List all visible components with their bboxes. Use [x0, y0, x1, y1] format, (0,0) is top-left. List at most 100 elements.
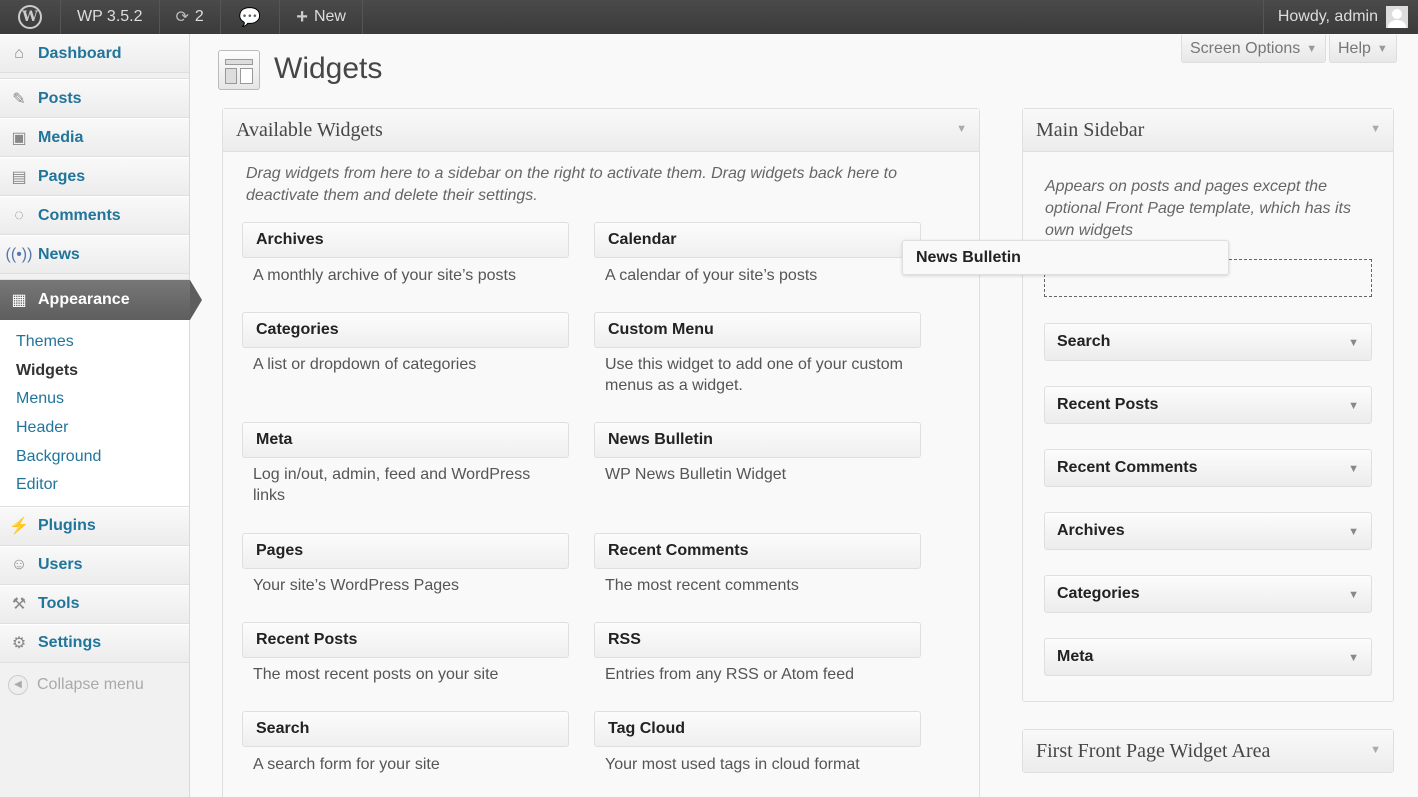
- updates-icon: ⟳: [175, 9, 189, 26]
- submenu-header[interactable]: Header: [0, 414, 189, 443]
- sidebar-widget-title: Recent Posts: [1057, 396, 1159, 413]
- widget-pages[interactable]: Pages: [242, 533, 569, 569]
- comments-link[interactable]: 💬: [221, 0, 281, 34]
- help-button[interactable]: Help ▼: [1329, 35, 1397, 63]
- menu-users[interactable]: ☺ Users: [0, 545, 189, 585]
- screen-options-button[interactable]: Screen Options ▼: [1181, 35, 1327, 63]
- screen-options-label: Screen Options: [1190, 39, 1301, 57]
- chevron-down-icon[interactable]: ▼: [1348, 589, 1359, 601]
- howdy-text: Howdy, admin: [1277, 8, 1378, 25]
- my-account-menu[interactable]: Howdy, admin: [1262, 0, 1418, 34]
- submenu-menus[interactable]: Menus: [0, 385, 189, 414]
- widget-description: A monthly archive of your site’s posts: [253, 267, 516, 284]
- chevron-down-icon[interactable]: ▼: [1348, 526, 1359, 538]
- sidebar-widget-search[interactable]: Search ▼: [1044, 323, 1372, 361]
- submenu-editor[interactable]: Editor: [0, 471, 189, 500]
- front-page-widget-area-panel: First Front Page Widget Area ▼: [1022, 729, 1394, 773]
- menu-news-label: News: [38, 245, 80, 263]
- widget-description: Your most used tags in cloud format: [605, 756, 860, 773]
- menu-media[interactable]: ▣ Media: [0, 118, 189, 157]
- menu-plugins-label: Plugins: [38, 517, 96, 535]
- chevron-down-icon[interactable]: ▼: [1348, 337, 1359, 349]
- plus-icon: +: [296, 5, 308, 28]
- widget-archives[interactable]: Archives: [242, 222, 569, 258]
- wordpress-logo-menu[interactable]: W: [0, 0, 61, 34]
- menu-media-label: Media: [38, 128, 84, 146]
- page-title: Widgets: [274, 52, 383, 85]
- widget-description: A list or dropdown of categories: [253, 356, 477, 373]
- menu-comments[interactable]: ◌ Comments: [0, 196, 189, 235]
- widget-search[interactable]: Search: [242, 711, 569, 747]
- submenu-background[interactable]: Background: [0, 442, 189, 471]
- sidebar-widget-title: Categories: [1057, 585, 1140, 602]
- plugins-icon: ⚡: [9, 518, 29, 536]
- menu-settings[interactable]: ⚙ Settings: [0, 623, 189, 663]
- sidebar-widget-archives[interactable]: Archives ▼: [1044, 512, 1372, 550]
- tools-icon: ⚒: [11, 596, 27, 614]
- widget-description: The most recent posts on your site: [253, 666, 499, 683]
- widget-meta[interactable]: Meta: [242, 422, 569, 458]
- available-widgets-panel: Available Widgets ▼ Drag widgets from he…: [222, 108, 980, 797]
- front-page-widget-area-header[interactable]: First Front Page Widget Area ▼: [1023, 730, 1393, 772]
- menu-plugins[interactable]: ⚡ Plugins: [0, 506, 189, 546]
- chevron-down-icon[interactable]: ▼: [1348, 652, 1359, 664]
- sidebar-widget-recent-posts[interactable]: Recent Posts ▼: [1044, 386, 1372, 424]
- updates-link[interactable]: ⟳ 2: [160, 0, 221, 34]
- comment-bubble-icon: 💬: [238, 6, 262, 27]
- widget-description: Use this widget to add one of your custo…: [605, 356, 903, 394]
- menu-news[interactable]: ((•)) News: [0, 235, 189, 274]
- menu-posts[interactable]: ✎ Posts: [0, 79, 189, 118]
- menu-posts-label: Posts: [38, 89, 82, 107]
- help-label: Help: [1338, 39, 1371, 57]
- widget-description: Your site’s WordPress Pages: [253, 577, 460, 594]
- widget-description: Entries from any RSS or Atom feed: [605, 666, 854, 683]
- sidebar-widget-recent-comments[interactable]: Recent Comments ▼: [1044, 449, 1372, 487]
- site-name-link[interactable]: WP 3.5.2: [61, 0, 160, 34]
- widget-description: The most recent comments: [605, 577, 799, 594]
- sidebar-widget-meta[interactable]: Meta ▼: [1044, 638, 1372, 676]
- menu-pages[interactable]: ▤ Pages: [0, 157, 189, 196]
- sidebar-widget-categories[interactable]: Categories ▼: [1044, 575, 1372, 613]
- widget-custom-menu[interactable]: Custom Menu: [594, 312, 921, 348]
- widget-news-bulletin[interactable]: News Bulletin: [594, 422, 921, 458]
- collapse-menu-label: Collapse menu: [37, 675, 144, 693]
- menu-settings-label: Settings: [38, 634, 102, 652]
- comments-icon: ◌: [14, 206, 24, 224]
- dashboard-icon: ⌂: [14, 44, 24, 62]
- menu-dashboard[interactable]: ⌂ Dashboard: [0, 34, 189, 73]
- site-name-label: WP 3.5.2: [77, 8, 143, 25]
- main-sidebar-title: Main Sidebar: [1036, 118, 1145, 141]
- chevron-down-icon[interactable]: ▼: [1348, 463, 1359, 475]
- sidebar-widget-title: Search: [1057, 333, 1111, 350]
- available-widgets-description: Drag widgets from here to a sidebar on t…: [246, 165, 897, 204]
- media-icon: ▣: [11, 129, 27, 147]
- sidebar-widget-title: Meta: [1057, 648, 1094, 665]
- widget-recent-posts[interactable]: Recent Posts: [242, 622, 569, 658]
- submenu-widgets[interactable]: Widgets: [0, 357, 189, 386]
- collapse-menu-button[interactable]: ◀ Collapse menu: [0, 663, 189, 707]
- submenu-themes[interactable]: Themes: [0, 328, 189, 357]
- wordpress-logo-icon: W: [18, 5, 42, 29]
- widget-categories[interactable]: Categories: [242, 312, 569, 348]
- available-widgets-header[interactable]: Available Widgets ▼: [223, 109, 979, 152]
- widget-calendar[interactable]: Calendar: [594, 222, 921, 258]
- chevron-down-icon: ▼: [1370, 744, 1381, 756]
- chevron-down-icon: ▼: [956, 123, 967, 135]
- widget-description: A calendar of your site’s posts: [605, 267, 818, 284]
- chevron-down-icon: ▼: [1306, 42, 1318, 55]
- widget-recent-comments[interactable]: Recent Comments: [594, 533, 921, 569]
- menu-tools[interactable]: ⚒ Tools: [0, 584, 189, 624]
- widget-tag-cloud[interactable]: Tag Cloud: [594, 711, 921, 747]
- main-sidebar-header[interactable]: Main Sidebar ▼: [1023, 109, 1393, 152]
- chevron-down-icon[interactable]: ▼: [1348, 400, 1359, 412]
- new-content-menu[interactable]: + New: [280, 0, 363, 34]
- menu-appearance[interactable]: ▦ Appearance: [0, 280, 202, 320]
- available-widgets-title: Available Widgets: [236, 118, 383, 141]
- widgets-page-icon: [218, 50, 260, 90]
- menu-users-label: Users: [38, 556, 83, 574]
- widget-rss[interactable]: RSS: [594, 622, 921, 658]
- news-icon: ((•)): [5, 245, 33, 263]
- sidebar-widget-title: Archives: [1057, 522, 1125, 539]
- main-sidebar-panel: Main Sidebar ▼ Appears on posts and page…: [1022, 108, 1394, 702]
- dragging-widget-news-bulletin[interactable]: News Bulletin: [902, 240, 1229, 275]
